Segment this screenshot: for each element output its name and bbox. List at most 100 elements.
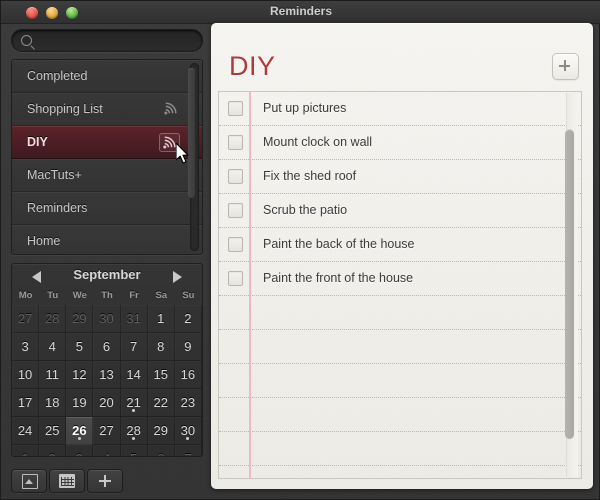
calendar-day[interactable]: 26 bbox=[66, 417, 94, 445]
calendar-day-number: 24 bbox=[17, 423, 33, 438]
sidebar-item-mactuts[interactable]: MacTuts+ bbox=[12, 159, 202, 192]
calendar-day[interactable]: 25 bbox=[39, 417, 67, 445]
sidebar-item-diy[interactable]: DIY bbox=[12, 126, 202, 159]
reminders-scrollbar-thumb[interactable] bbox=[565, 129, 574, 439]
reminder-row-empty[interactable] bbox=[219, 398, 581, 432]
calendar-day[interactable]: 11 bbox=[39, 361, 67, 389]
broadcast-icon[interactable] bbox=[161, 100, 180, 117]
calendar-day[interactable]: 14 bbox=[120, 361, 148, 389]
calendar-day[interactable]: 28 bbox=[39, 305, 67, 333]
reminder-row[interactable]: Scrub the patio bbox=[219, 194, 581, 228]
calendar-day[interactable]: 18 bbox=[39, 389, 67, 417]
calendar-day[interactable]: 15 bbox=[147, 361, 175, 389]
sidebar-scrollbar-track[interactable] bbox=[188, 63, 199, 251]
reminder-row[interactable]: Paint the back of the house bbox=[219, 228, 581, 262]
next-month-button[interactable] bbox=[173, 271, 182, 283]
reminder-checkbox[interactable] bbox=[228, 135, 243, 150]
calendar-day[interactable]: 8 bbox=[147, 333, 175, 361]
reminder-text: Scrub the patio bbox=[263, 203, 348, 217]
calendar-day-number: 31 bbox=[126, 311, 141, 326]
calendar-day[interactable]: 27 bbox=[93, 417, 121, 445]
sidebar-item-reminders[interactable]: Reminders bbox=[12, 192, 202, 225]
calendar-day[interactable]: 5 bbox=[66, 333, 94, 361]
title-bar: Reminders bbox=[1, 1, 600, 24]
calendar-day[interactable]: 29 bbox=[66, 305, 94, 333]
calendar-day[interactable]: 29 bbox=[147, 417, 175, 445]
calendar-day[interactable]: 3 bbox=[66, 445, 94, 456]
calendar-day[interactable]: 24 bbox=[12, 417, 40, 445]
search-field[interactable] bbox=[11, 29, 203, 52]
calendar-day[interactable]: 30 bbox=[93, 305, 121, 333]
calendar-day[interactable]: 12 bbox=[66, 361, 94, 389]
calendar-day[interactable]: 16 bbox=[174, 361, 202, 389]
weekday-label: Fr bbox=[129, 290, 139, 301]
calendar-day[interactable]: 19 bbox=[66, 389, 94, 417]
calendar-day[interactable]: 13 bbox=[93, 361, 121, 389]
reminder-row[interactable]: Fix the shed roof bbox=[219, 160, 581, 194]
calendar-day[interactable]: 6 bbox=[93, 333, 121, 361]
reminder-row[interactable]: Put up pictures bbox=[219, 92, 581, 126]
reminder-checkbox[interactable] bbox=[228, 101, 243, 116]
calendar-day-number: 4 bbox=[48, 339, 56, 354]
calendar-day-number: 3 bbox=[76, 451, 83, 456]
show-sidebar-button[interactable] bbox=[11, 469, 47, 493]
reminder-row-empty[interactable] bbox=[219, 296, 581, 330]
calendar-day[interactable]: 9 bbox=[174, 333, 202, 361]
weekday-header-row: Mo Tu We Th Fr Sa Su bbox=[12, 288, 202, 305]
reminder-text: Mount clock on wall bbox=[263, 135, 373, 149]
reminder-checkbox[interactable] bbox=[228, 237, 243, 252]
calendar-day[interactable]: 4 bbox=[39, 333, 67, 361]
plus-icon bbox=[559, 60, 570, 71]
calendar-day[interactable]: 17 bbox=[12, 389, 40, 417]
calendar-day[interactable]: 30 bbox=[174, 417, 202, 445]
margin-rule-line bbox=[249, 92, 251, 478]
calendar-grid: 27 28 29 30 31 1 2 3 4 5 6 7 8 9 10 11 12 13 14 15 16 17 18 19 2… bbox=[12, 305, 202, 456]
show-calendar-button[interactable] bbox=[49, 469, 85, 493]
calendar-day[interactable]: 1 bbox=[12, 445, 40, 456]
calendar-day[interactable]: 6 bbox=[148, 445, 175, 456]
sidebar-item-shopping-list[interactable]: Shopping List bbox=[12, 93, 202, 126]
reminder-checkbox[interactable] bbox=[228, 271, 243, 286]
calendar-day[interactable]: 21 bbox=[120, 389, 148, 417]
reminder-text: Put up pictures bbox=[263, 101, 347, 115]
reminder-row-empty[interactable] bbox=[219, 330, 581, 364]
calendar-day-number: 2 bbox=[184, 311, 192, 326]
calendar-day-number: 29 bbox=[72, 311, 87, 326]
reminder-row-empty[interactable] bbox=[219, 364, 581, 398]
calendar-day[interactable]: 22 bbox=[147, 389, 175, 417]
calendar-day[interactable]: 4 bbox=[93, 445, 121, 456]
mini-calendar: September Mo Tu We Th Fr Sa Su 27 28 29 30 31 1 2 3 4 5… bbox=[11, 263, 203, 457]
reminder-row[interactable]: Paint the front of the house bbox=[219, 262, 581, 296]
sidebar-item-completed[interactable]: Completed bbox=[12, 60, 202, 93]
add-reminder-button[interactable] bbox=[552, 53, 579, 80]
calendar-day[interactable]: 20 bbox=[93, 389, 121, 417]
calendar-day[interactable]: 28 bbox=[120, 417, 148, 445]
calendar-day[interactable]: 7 bbox=[175, 445, 202, 456]
sidebar-scrollbar-thumb[interactable] bbox=[188, 68, 195, 198]
calendar-day[interactable]: 10 bbox=[12, 361, 40, 389]
calendar-day[interactable]: 3 bbox=[12, 333, 40, 361]
calendar-day[interactable]: 27 bbox=[12, 305, 40, 333]
broadcast-icon[interactable] bbox=[159, 133, 180, 152]
sidebar-item-label: Reminders bbox=[27, 201, 88, 215]
calendar-day[interactable]: 23 bbox=[174, 389, 202, 417]
sidebar-item-label: MacTuts+ bbox=[27, 168, 82, 182]
reminder-row[interactable]: Mount clock on wall bbox=[219, 126, 581, 160]
add-list-button[interactable] bbox=[87, 469, 123, 493]
calendar-day[interactable]: 2 bbox=[174, 305, 202, 333]
calendar-day[interactable]: 31 bbox=[120, 305, 148, 333]
search-input[interactable] bbox=[39, 32, 198, 51]
calendar-day-number: 28 bbox=[44, 311, 60, 326]
calendar-day-number: 16 bbox=[180, 367, 196, 382]
calendar-day[interactable]: 7 bbox=[120, 333, 148, 361]
reminder-row-empty[interactable] bbox=[219, 432, 581, 466]
calendar-day-number: 27 bbox=[99, 423, 114, 438]
sidebar-item-home[interactable]: Home bbox=[12, 225, 202, 254]
calendar-day[interactable]: 5 bbox=[121, 445, 148, 456]
reminder-dot bbox=[186, 437, 190, 440]
calendar-day[interactable]: 1 bbox=[147, 305, 175, 333]
calendar-day[interactable]: 2 bbox=[39, 445, 67, 456]
reminder-checkbox[interactable] bbox=[228, 203, 243, 218]
reminder-checkbox[interactable] bbox=[228, 169, 243, 184]
reminders-scrollbar-track[interactable] bbox=[565, 93, 578, 477]
